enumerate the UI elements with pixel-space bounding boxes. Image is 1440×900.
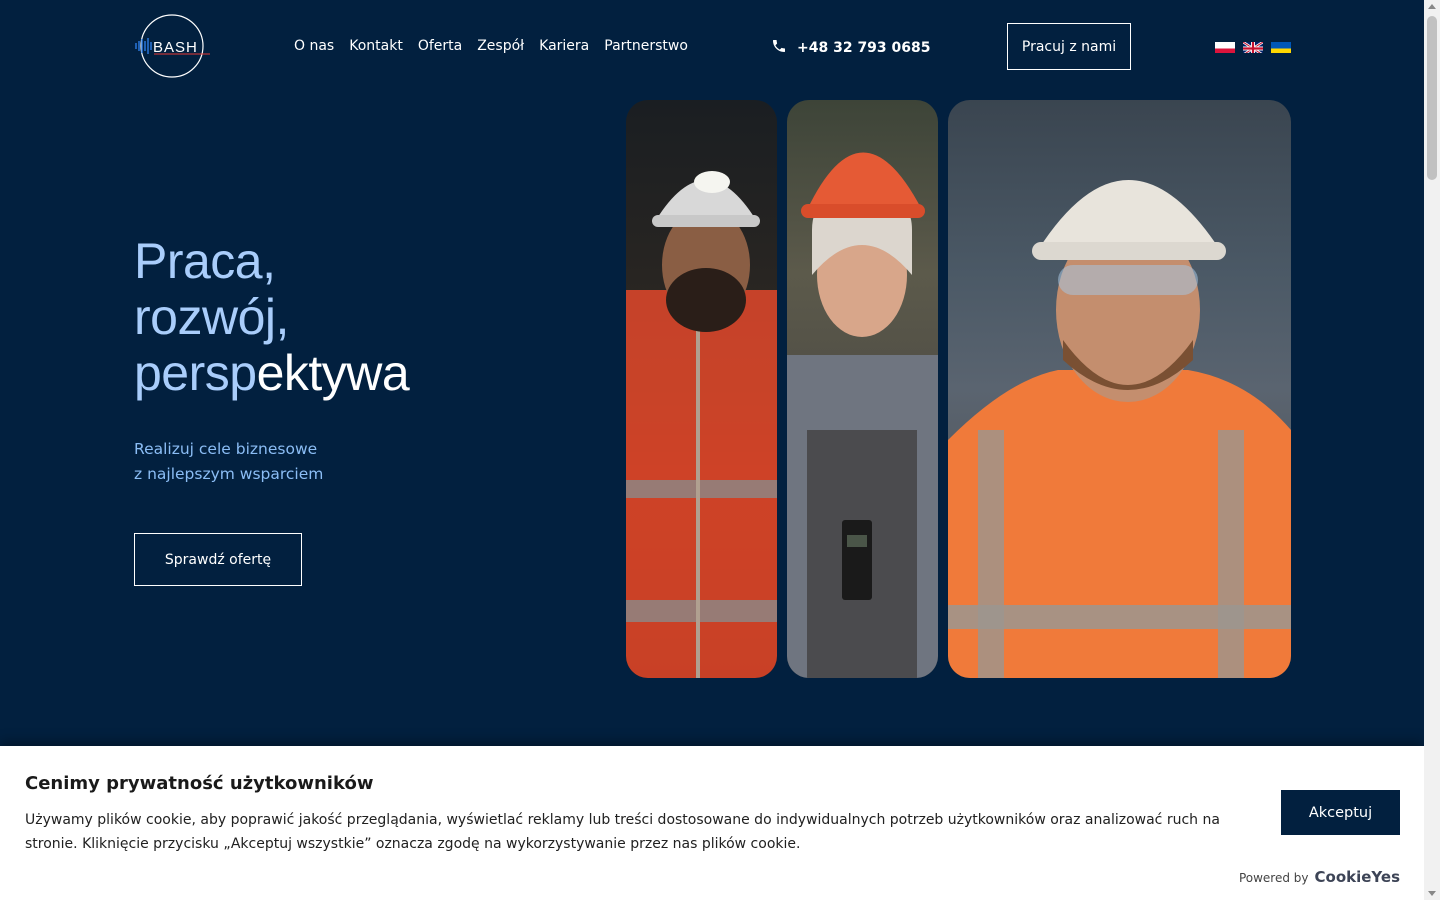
flag-uk-icon[interactable] (1243, 40, 1263, 53)
svg-text:BASH: BASH (153, 39, 198, 56)
worker-photo-3 (948, 100, 1291, 678)
worker-photo-2 (787, 100, 938, 678)
nav-kariera[interactable]: Kariera (539, 38, 589, 54)
powered-by[interactable]: Powered by CookieYes (1239, 868, 1400, 886)
flag-ua-icon[interactable] (1271, 40, 1291, 53)
vertical-scrollbar[interactable] (1424, 0, 1440, 900)
nav-partnerstwo[interactable]: Partnerstwo (604, 38, 688, 54)
phone-icon (771, 38, 787, 58)
phone-link[interactable]: +48 32 793 0685 (771, 38, 931, 58)
bash-logo[interactable]: BASH (134, 14, 212, 78)
scroll-up-icon[interactable] (1428, 4, 1436, 9)
nav-o-nas[interactable]: O nas (294, 38, 334, 54)
cookie-banner: Cenimy prywatność użytkowników Używamy p… (0, 746, 1424, 900)
check-offer-button[interactable]: Sprawdź ofertę (134, 533, 302, 586)
worker-photo-1 (626, 100, 777, 678)
phone-number: +48 32 793 0685 (797, 40, 931, 56)
hero-title-line-3: perspektywa (134, 345, 410, 401)
cookie-text: Używamy plików cookie, aby poprawić jako… (25, 812, 1220, 852)
flag-pl-icon[interactable] (1215, 40, 1235, 53)
hero-subtitle: Realizuj cele biznesowe z najlepszym wsp… (134, 440, 324, 483)
accept-cookies-button[interactable]: Akceptuj (1281, 790, 1400, 835)
cookie-title: Cenimy prywatność użytkowników (25, 773, 374, 794)
scroll-down-icon[interactable] (1428, 891, 1436, 896)
cookieyes-logo: CookieYes (1314, 868, 1401, 886)
scroll-thumb[interactable] (1427, 16, 1437, 180)
hero-title-line-2: rozwój, (134, 289, 289, 345)
nav-oferta[interactable]: Oferta (418, 38, 462, 54)
language-switcher (1215, 40, 1291, 53)
nav-kontakt[interactable]: Kontakt (349, 38, 403, 54)
hero-title-line-1: Praca, (134, 233, 276, 289)
nav-zespol[interactable]: Zespół (477, 38, 524, 54)
work-with-us-button[interactable]: Pracuj z nami (1007, 23, 1131, 70)
hero-title: Praca, rozwój, perspektywa (134, 233, 410, 401)
main-nav: O nas Kontakt Oferta Zespół Kariera Part… (294, 38, 688, 54)
